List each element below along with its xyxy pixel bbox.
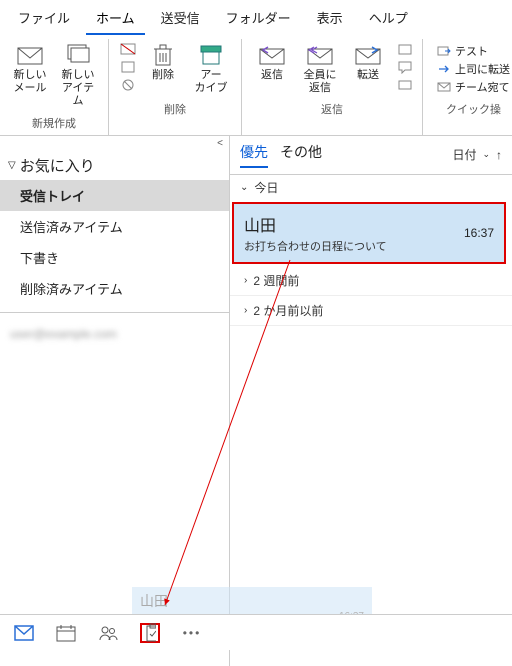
tab-other[interactable]: その他 <box>280 142 322 168</box>
trash-icon <box>149 43 177 67</box>
arrow-up-icon: ↑ <box>496 148 502 162</box>
ignore-icon[interactable] <box>119 41 137 57</box>
archive-icon <box>197 43 225 67</box>
chevron-right-icon: › <box>244 305 247 316</box>
group-label-respond: 返信 <box>321 101 343 117</box>
view-switcher: ••• <box>0 614 512 650</box>
chevron-right-icon: › <box>244 275 247 286</box>
forward-icon <box>354 43 382 67</box>
quickstep-test-label: テスト <box>455 43 488 59</box>
new-mail-label: 新しい メール <box>14 69 47 95</box>
new-items-label: 新しい アイテム <box>58 69 98 109</box>
group-label-delete: 削除 <box>164 101 186 117</box>
delete-button[interactable]: 削除 <box>141 41 185 84</box>
delete-label: 削除 <box>152 69 174 82</box>
meeting-icon[interactable] <box>396 41 414 57</box>
account-header[interactable]: user@example.com <box>0 321 229 347</box>
quickstep-forward-label: 上司に転送 <box>455 61 510 77</box>
im-icon[interactable] <box>396 59 414 75</box>
new-items-button[interactable]: 新しい アイテム <box>56 41 100 111</box>
people-view-button[interactable] <box>98 623 118 643</box>
date-group-label: 2 週間前 <box>253 272 299 289</box>
tab-file[interactable]: ファイル <box>8 4 80 35</box>
ribbon-group-new: 新しい メール 新しい アイテム 新規作成 <box>0 39 109 135</box>
quickstep-test[interactable]: テスト <box>437 43 510 59</box>
message-subject: お打ち合わせの日程について <box>244 238 494 254</box>
cleanup-icon[interactable] <box>119 59 137 75</box>
group-label-new: 新規作成 <box>32 115 76 131</box>
arrow-right-icon <box>437 63 451 75</box>
quickstep-team-label: チーム宛て <box>455 79 510 95</box>
archive-button[interactable]: アー カイブ <box>189 41 233 97</box>
favorites-header[interactable]: ▽ お気に入り <box>0 151 229 180</box>
tab-focused[interactable]: 優先 <box>240 142 268 168</box>
reply-icon <box>258 43 286 67</box>
chevron-down-icon: ⌄ <box>240 182 248 193</box>
tab-view[interactable]: 表示 <box>307 4 353 35</box>
tab-folder[interactable]: フォルダー <box>216 4 301 35</box>
folder-inbox[interactable]: 受信トレイ <box>0 180 229 211</box>
tasks-view-button[interactable] <box>140 623 160 643</box>
tab-home[interactable]: ホーム <box>86 4 145 35</box>
collapse-nav-button[interactable]: < <box>0 136 229 151</box>
reply-label: 返信 <box>261 69 283 82</box>
message-item[interactable]: 山田 お打ち合わせの日程について 16:37 <box>232 202 506 264</box>
more-views-button[interactable]: ••• <box>182 623 202 643</box>
reply-button[interactable]: 返信 <box>250 41 294 84</box>
move-icon <box>437 45 451 57</box>
reply-all-icon <box>306 43 334 67</box>
tab-help[interactable]: ヘルプ <box>359 4 418 35</box>
forward-button[interactable]: 転送 <box>346 41 390 84</box>
date-group-label: 今日 <box>254 179 278 196</box>
ribbon-group-delete: 削除 アー カイブ 削除 <box>109 39 242 135</box>
quickstep-team[interactable]: チーム宛て <box>437 79 510 95</box>
chevron-down-icon: ▽ <box>8 160 16 171</box>
date-group-label: 2 か月前以前 <box>253 302 323 319</box>
folder-nav: < ▽ お気に入り 受信トレイ 送信済みアイテム 下書き 削除済みアイテム us… <box>0 136 230 666</box>
more-respond-icon[interactable] <box>396 77 414 93</box>
favorites-label: お気に入り <box>20 155 95 176</box>
ribbon: 新しい メール 新しい アイテム 新規作成 削除 <box>0 35 512 136</box>
quickstep-forward-boss[interactable]: 上司に転送 <box>437 61 510 77</box>
sort-button[interactable]: 日付 ⌄ ↑ <box>452 146 502 163</box>
forward-label: 転送 <box>357 69 379 82</box>
junk-icon[interactable] <box>119 77 137 93</box>
new-mail-button[interactable]: 新しい メール <box>8 41 52 97</box>
sort-label: 日付 <box>452 146 476 163</box>
date-group-two-weeks[interactable]: › 2 週間前 <box>230 266 512 296</box>
date-group-today[interactable]: ⌄ 今日 <box>230 175 512 200</box>
mail-icon <box>16 43 44 67</box>
date-group-two-months[interactable]: › 2 か月前以前 <box>230 296 512 326</box>
message-list: 優先 その他 日付 ⌄ ↑ ⌄ 今日 山田 お打ち合わせの日程について 16:3… <box>230 136 512 666</box>
reply-all-label: 全員に 返信 <box>304 69 337 95</box>
mail-view-button[interactable] <box>14 623 34 643</box>
chevron-down-icon: ⌄ <box>482 149 490 160</box>
ribbon-group-respond: 返信 全員に 返信 転送 返信 <box>242 39 423 135</box>
folder-deleted[interactable]: 削除済みアイテム <box>0 273 229 304</box>
calendar-view-button[interactable] <box>56 623 76 643</box>
group-label-quick: クイック操 <box>446 101 501 117</box>
tab-sendrecv[interactable]: 送受信 <box>151 4 210 35</box>
separator <box>0 312 229 313</box>
new-items-icon <box>64 43 92 67</box>
reply-all-button[interactable]: 全員に 返信 <box>298 41 342 97</box>
mail-small-icon <box>437 81 451 93</box>
ribbon-group-quick: テスト 上司に転送 チーム宛て クイック操 <box>423 39 512 135</box>
message-sender: 山田 <box>244 212 494 236</box>
archive-label: アー カイブ <box>195 69 228 95</box>
folder-sent[interactable]: 送信済みアイテム <box>0 211 229 242</box>
folder-drafts[interactable]: 下書き <box>0 242 229 273</box>
message-time: 16:37 <box>464 226 494 240</box>
